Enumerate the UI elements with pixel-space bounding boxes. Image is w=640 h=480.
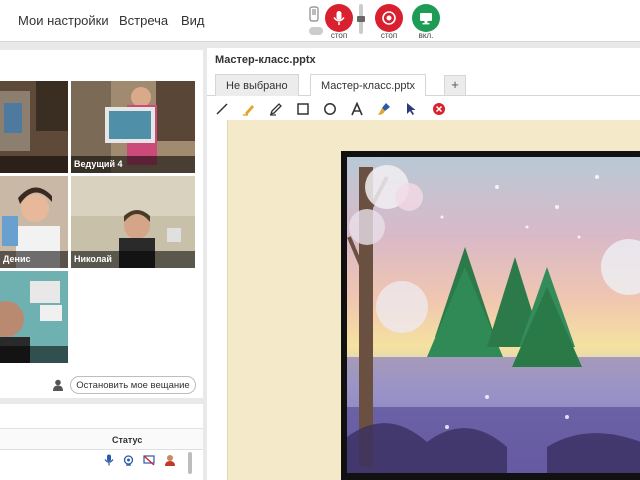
tab-master-class[interactable]: Мастер-класс.pptx [310, 74, 427, 96]
list-header: Статус [0, 428, 203, 450]
camera-label: стоп [380, 31, 398, 40]
rectangle-tool-icon[interactable] [295, 101, 311, 117]
add-tab-button[interactable]: + [444, 75, 466, 95]
participant-row-icons [104, 454, 176, 466]
microphone-icon [333, 11, 345, 25]
volume-slider[interactable] [357, 4, 365, 34]
stop-broadcast-button[interactable]: Остановить мое вещание [70, 376, 196, 394]
presentation-title: Мастер-класс.pptx [215, 54, 316, 66]
menu-my-settings[interactable]: Мои настройки [18, 13, 109, 28]
screen-share-label: вкл. [418, 31, 434, 40]
screen-share-button[interactable] [412, 4, 440, 32]
video-tile-4[interactable]: Николай [71, 176, 195, 268]
mic-label: стоп [330, 31, 348, 40]
video-caption-4: Николай [71, 251, 195, 268]
microphone-status-icon[interactable] [104, 454, 114, 466]
video-tile-3[interactable]: Денис [0, 176, 68, 268]
webcam-icon [382, 11, 396, 25]
slide-image-frame [341, 151, 640, 480]
status-column-header[interactable]: Статус [112, 435, 142, 445]
list-scrollbar[interactable] [188, 452, 192, 474]
pencil-tool-icon[interactable] [268, 101, 284, 117]
pointer-tool-icon[interactable] [403, 101, 419, 117]
monitor-icon [420, 13, 432, 25]
mic-button[interactable] [325, 4, 353, 32]
webcam-status-icon[interactable] [123, 454, 134, 466]
person-icon[interactable] [52, 378, 64, 396]
presentation-panel: Мастер-класс.pptx Не выбрано Мастер-клас… [207, 48, 640, 480]
presentation-tabs: Не выбрано Мастер-класс.pptx + [207, 72, 640, 96]
drawing-toolbar [207, 98, 640, 120]
menu-view[interactable]: Вид [181, 13, 205, 28]
video-tile-5[interactable] [0, 271, 68, 363]
top-toolbar: Мои настройки Встреча Вид стоп стоп вкл. [0, 0, 640, 42]
user-avatar-icon[interactable] [164, 454, 176, 466]
menu-meeting[interactable]: Встреча [119, 13, 168, 28]
video-caption-3: Денис [0, 251, 68, 268]
video-tile-2[interactable]: Ведущий 4 [71, 81, 195, 173]
phone-icon[interactable] [309, 6, 319, 22]
slide-canvas[interactable] [227, 120, 640, 480]
camera-button[interactable] [375, 4, 403, 32]
participants-list: Статус [0, 404, 203, 480]
clear-close-icon[interactable] [431, 101, 447, 117]
ellipse-tool-icon[interactable] [322, 101, 338, 117]
eraser-brush-tool-icon[interactable] [376, 101, 392, 117]
volume-slider-handle[interactable] [357, 16, 365, 22]
text-tool-icon[interactable] [349, 101, 365, 117]
screen-off-icon[interactable] [143, 454, 155, 466]
video-caption-1 [0, 156, 68, 173]
highlighter-tool-icon[interactable] [241, 101, 257, 117]
video-caption-5 [0, 346, 68, 363]
video-tile-1[interactable] [0, 81, 68, 173]
winter-painting-image [347, 157, 640, 473]
line-tool-icon[interactable] [214, 101, 230, 117]
tab-not-selected[interactable]: Не выбрано [215, 74, 299, 96]
video-caption-2: Ведущий 4 [71, 156, 195, 173]
video-panel: Ведущий 4 Денис Николай Остановить мое в… [0, 50, 203, 398]
